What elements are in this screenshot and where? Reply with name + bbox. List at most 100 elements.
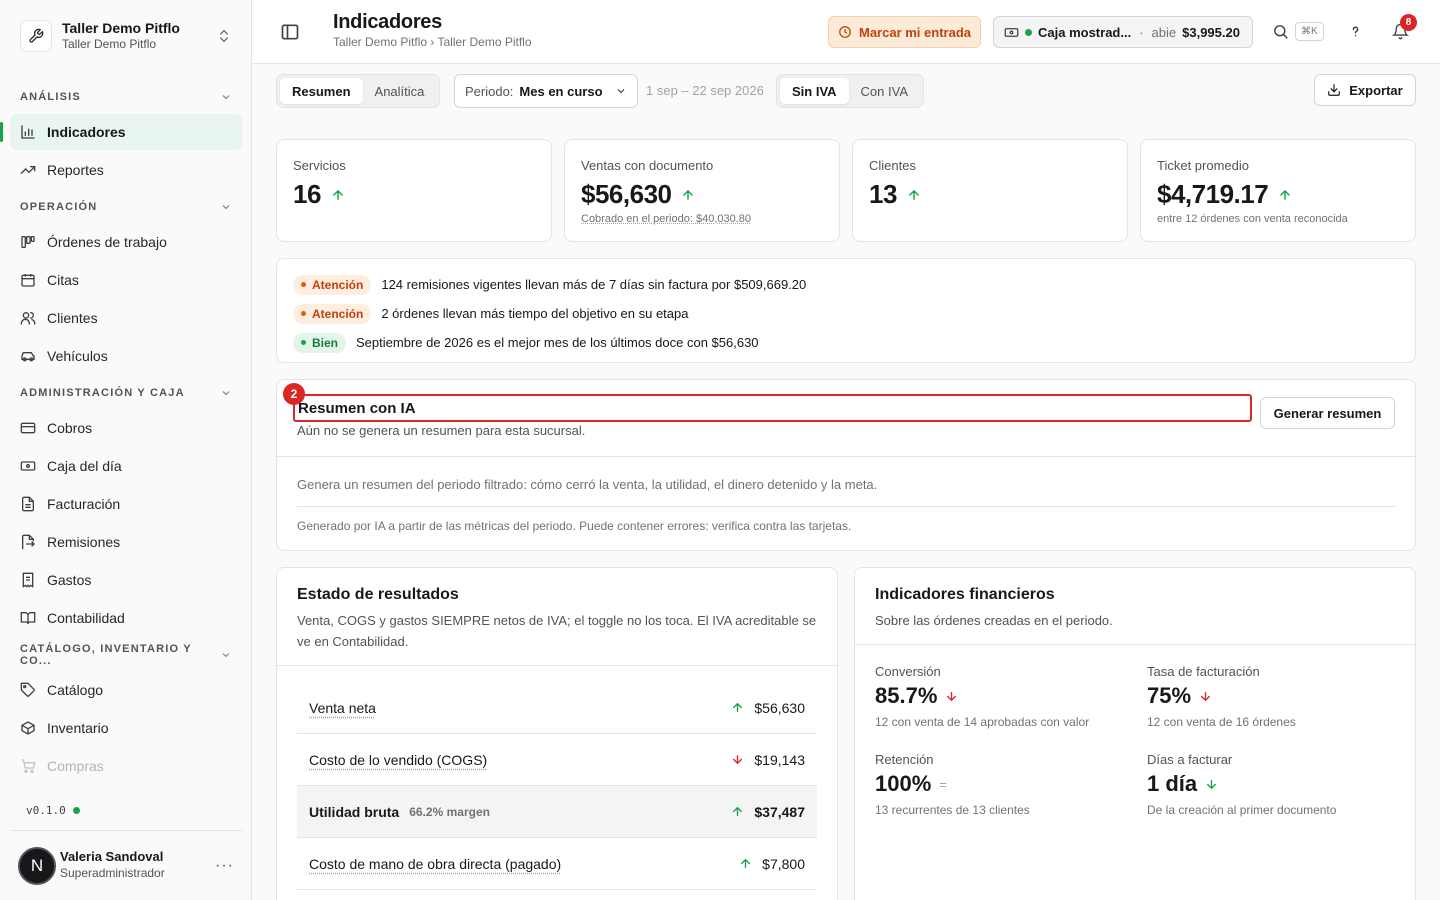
view-tabs: Resumen Analítica <box>276 74 441 108</box>
kpi-subtitle: entre 12 órdenes con venta reconocida <box>1157 213 1348 225</box>
workspace-switcher[interactable]: Taller Demo Pitflo Taller Demo Pitflo <box>12 10 240 62</box>
user-name: Valeria Sandoval <box>60 849 164 865</box>
sidebar-item-label: Clientes <box>47 310 98 326</box>
kpi-label: Clientes <box>869 158 916 173</box>
section-analisis[interactable]: ANÁLISIS <box>10 80 242 114</box>
sidebar-item-label: Órdenes de trabajo <box>47 234 167 250</box>
row-label: Utilidad bruta <box>309 803 400 820</box>
metric-label: Días a facturar <box>1147 752 1233 767</box>
car-icon <box>21 352 35 362</box>
credit-card-icon <box>20 422 36 434</box>
ai-summary-description: Genera un resumen del periodo filtrado: … <box>297 477 878 492</box>
sidebar-item-contabilidad[interactable]: Contabilidad <box>10 600 242 636</box>
section-operacion[interactable]: OPERACIÓN <box>10 190 242 224</box>
ai-summary-subtitle: Aún no se genera un resumen para esta su… <box>297 423 586 438</box>
sidebar-item-inventario[interactable]: Inventario <box>10 710 242 746</box>
tab-analitica[interactable]: Analítica <box>363 78 437 104</box>
date-range: 1 sep – 22 sep 2026 <box>646 83 764 98</box>
sidebar-item-facturacion[interactable]: Facturación <box>10 486 242 522</box>
receipt-icon <box>22 572 34 588</box>
row-margin: 66.2% margen <box>409 804 490 819</box>
notification-count: 8 <box>1400 14 1417 31</box>
kpi-value: $56,630 <box>581 179 672 209</box>
banknote-icon <box>20 461 36 471</box>
row-value: $19,143 <box>754 751 805 768</box>
clock-icon <box>839 26 851 38</box>
page-title: Indicadores <box>333 11 442 33</box>
tag-icon <box>20 682 35 697</box>
metric-value: 100% <box>875 771 932 796</box>
sidebar-item-reportes[interactable]: Reportes <box>10 152 242 188</box>
export-button[interactable]: Exportar <box>1314 74 1416 106</box>
search-icon[interactable] <box>1272 23 1289 40</box>
sidebar-item-vehiculos[interactable]: Vehículos <box>10 338 242 374</box>
sidebar-item-label: Gastos <box>47 572 92 588</box>
table-row[interactable]: Costo de mano de obra directa (pagado) $… <box>297 838 817 890</box>
sidebar-item-label: Citas <box>47 272 79 288</box>
metric-subtitle: 12 con venta de 14 aprobadas con valor <box>875 715 1090 729</box>
sidebar-item-ordenes[interactable]: Órdenes de trabajo <box>10 224 242 260</box>
chevron-down-icon <box>222 653 230 658</box>
divider <box>277 456 1415 457</box>
filter-toolbar: Resumen Analítica Periodo: Mes en curso … <box>276 74 1416 108</box>
sidebar-item-catalogo[interactable]: Catálogo <box>10 672 242 708</box>
arrow-up-icon <box>733 806 743 816</box>
generate-summary-button[interactable]: Generar resumen <box>1260 397 1395 429</box>
more-icon[interactable]: ··· <box>215 857 234 875</box>
kpi-value: 13 <box>869 179 897 209</box>
table-row[interactable]: Costo de lo vendido (COGS) $19,143 <box>297 734 817 786</box>
user-role: Superadministrador <box>60 866 165 881</box>
period-select[interactable]: Periodo: Mes en curso <box>454 74 638 108</box>
sidebar-item-citas[interactable]: Citas <box>10 262 242 298</box>
metric-label: Retención <box>875 752 934 767</box>
sidebar-toggle-icon[interactable] <box>280 22 300 42</box>
kpi-card-clientes: Clientes 13 <box>852 139 1128 242</box>
metric-label: Conversión <box>875 664 941 679</box>
sidebar-item-caja[interactable]: Caja del día <box>10 448 242 484</box>
version-label: v0.1.0 <box>26 804 66 817</box>
sidebar-item-cobros[interactable]: Cobros <box>10 410 242 446</box>
cash-register-status: abie <box>1151 24 1177 40</box>
user-menu[interactable]: N Valeria Sandoval Superadministrador ··… <box>10 830 242 900</box>
section-label: CATÁLOGO, INVENTARIO Y CO... <box>20 643 192 667</box>
tab-con-iva[interactable]: Con IVA <box>849 78 920 104</box>
divider <box>855 644 1415 645</box>
section-administracion[interactable]: ADMINISTRACIÓN Y CAJA <box>10 376 242 410</box>
kpi-subtitle: Cobrado en el periodo: $40,030.80 <box>581 213 752 225</box>
avatar: N <box>18 846 56 885</box>
chevron-down-icon <box>617 89 625 94</box>
tab-resumen[interactable]: Resumen <box>280 78 363 104</box>
sidebar-item-compras[interactable]: Compras <box>10 748 242 784</box>
sidebar-item-gastos[interactable]: Gastos <box>10 562 242 598</box>
sidebar-item-indicadores[interactable]: Indicadores <box>0 114 242 150</box>
cash-register-selector[interactable]: Caja mostrad... · abie $3,995.20 <box>993 16 1253 48</box>
table-row[interactable]: Venta neta $56,630 <box>297 682 817 734</box>
panel-title: Estado de resultados <box>297 586 459 603</box>
wrench-icon <box>20 20 52 52</box>
kpi-value: 16 <box>293 179 321 209</box>
export-label: Exportar <box>1349 82 1403 98</box>
sidebar-item-label: Inventario <box>47 720 109 736</box>
kpi-card-ventas: Ventas con documento $56,630 Cobrado en … <box>564 139 840 242</box>
sidebar-item-label: Compras <box>47 758 104 774</box>
status-badge: Bien <box>293 332 347 353</box>
sidebar-item-label: Caja del día <box>47 458 122 474</box>
sidebar-item-label: Indicadores <box>47 124 126 140</box>
period-label: Periodo: <box>465 83 514 99</box>
tab-sin-iva[interactable]: Sin IVA <box>780 78 849 104</box>
help-icon[interactable] <box>1347 23 1364 40</box>
sidebar-item-label: Facturación <box>47 496 121 512</box>
metric-billing-rate: Tasa de facturación 75% 12 con venta de … <box>1147 664 1407 729</box>
sidebar-item-clientes[interactable]: Clientes <box>10 300 242 336</box>
section-label: OPERACIÓN <box>20 201 98 213</box>
status-dot <box>72 807 80 814</box>
row-value: $56,630 <box>754 699 805 716</box>
sidebar-item-remisiones[interactable]: Remisiones <box>10 524 242 560</box>
kpi-value: $4,719.17 <box>1157 179 1269 209</box>
table-row[interactable]: Utilidad bruta 66.2% margen $37,487 <box>297 786 817 838</box>
chevrons-up-down-icon <box>220 29 228 43</box>
mark-entry-button[interactable]: Marcar mi entrada <box>828 16 981 48</box>
section-catalogo[interactable]: CATÁLOGO, INVENTARIO Y CO... <box>10 638 242 672</box>
tax-toggle: Sin IVA Con IVA <box>776 74 924 108</box>
sidebar-item-label: Reportes <box>47 162 104 178</box>
